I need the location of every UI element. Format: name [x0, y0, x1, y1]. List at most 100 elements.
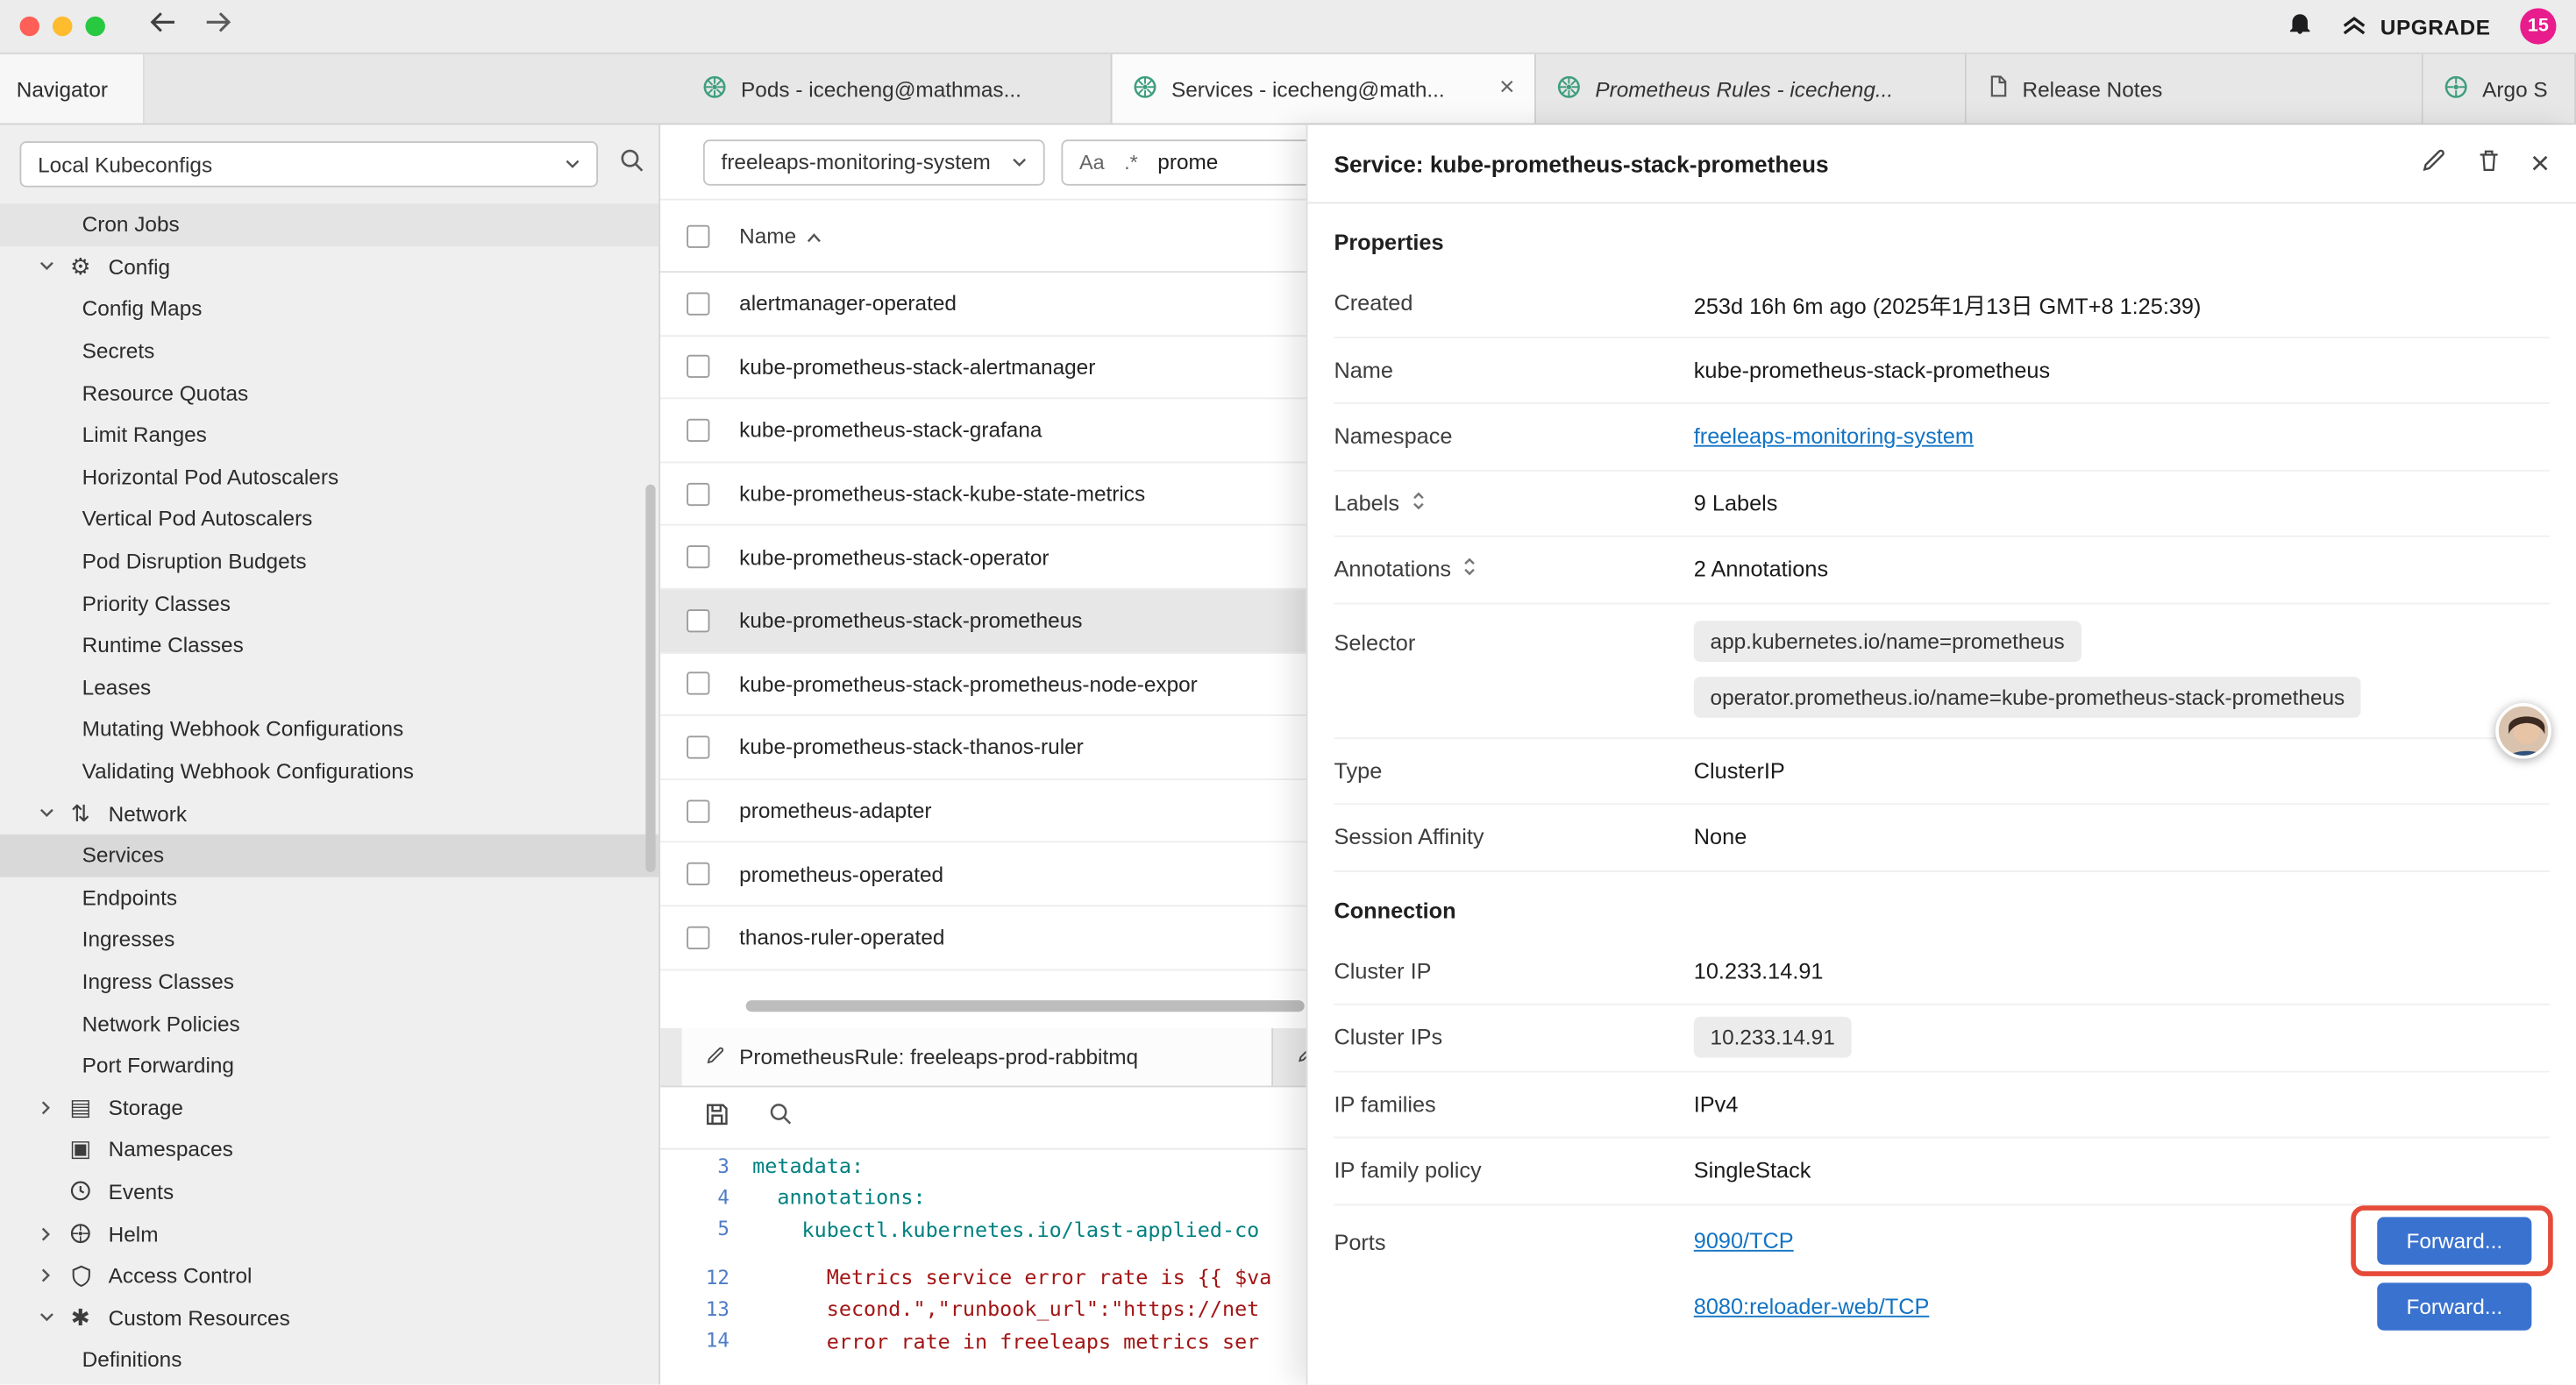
detail-row-ports: Ports 9090/TCP Forward... 8080:reloader-…: [1334, 1204, 2550, 1339]
search-icon[interactable]: [767, 1100, 793, 1134]
sidebar-item-ingress-classes[interactable]: Ingress Classes: [0, 961, 658, 1003]
close-tab-icon[interactable]: ×: [1499, 75, 1515, 102]
row-checkbox[interactable]: [687, 482, 709, 505]
custom-resources-icon: ✱: [66, 1303, 96, 1332]
tab-services[interactable]: Services - icecheng@math... ×: [1112, 54, 1535, 124]
sidebar-group-helm[interactable]: Helm: [0, 1212, 658, 1254]
detail-row-cluster-ip: Cluster IP 10.233.14.91: [1334, 939, 2550, 1005]
sidebar-item-definitions[interactable]: Definitions: [0, 1339, 658, 1381]
sidebar-group-events[interactable]: Events: [0, 1170, 658, 1212]
chevron-right-icon[interactable]: [36, 1268, 55, 1283]
sidebar-group-storage[interactable]: ▤ Storage: [0, 1086, 658, 1128]
sidebar-item-secrets[interactable]: Secrets: [0, 330, 658, 372]
tab-pods[interactable]: Pods - icecheng@mathmas...: [682, 54, 1113, 124]
chevron-down-icon[interactable]: [36, 1313, 55, 1323]
navigator-tree: Cron Jobs ⚙ Config Config Maps Secrets R…: [0, 203, 658, 1381]
upgrade-button[interactable]: UPGRADE: [2339, 12, 2491, 40]
forward-icon[interactable]: [203, 10, 233, 42]
forward-button[interactable]: Forward...: [2377, 1217, 2531, 1264]
row-checkbox[interactable]: [687, 419, 709, 442]
helm-icon: [66, 1222, 96, 1245]
network-icon: ⇅: [66, 799, 96, 827]
detail-row-session-affinity: Session Affinity None: [1334, 805, 2550, 871]
sidebar-item-limit-ranges[interactable]: Limit Ranges: [0, 414, 658, 456]
detail-row-selector: Selector app.kubernetes.io/name=promethe…: [1334, 604, 2550, 739]
sidebar-group-namespaces[interactable]: ▣ Namespaces: [0, 1128, 658, 1170]
sidebar-group-config[interactable]: ⚙ Config: [0, 245, 658, 288]
row-checkbox[interactable]: [687, 863, 709, 885]
delete-icon[interactable]: [2476, 146, 2502, 181]
shield-icon: [66, 1264, 96, 1287]
minimize-window-button[interactable]: [53, 17, 72, 36]
sidebar-item-validating-webhook-configurations[interactable]: Validating Webhook Configurations: [0, 750, 658, 792]
sidebar-item-runtime-classes[interactable]: Runtime Classes: [0, 624, 658, 666]
sidebar-group-access-control[interactable]: Access Control: [0, 1254, 658, 1296]
row-checkbox[interactable]: [687, 545, 709, 568]
titlebar-right: UPGRADE 15: [2287, 8, 2576, 44]
search-icon[interactable]: [618, 146, 646, 182]
user-avatar[interactable]: [2495, 703, 2551, 759]
sidebar-group-network[interactable]: ⇅ Network: [0, 792, 658, 835]
row-checkbox[interactable]: [687, 799, 709, 822]
notification-bell-icon[interactable]: [2287, 9, 2313, 43]
edit-icon[interactable]: [2421, 146, 2449, 181]
sidebar-item-endpoints[interactable]: Endpoints: [0, 877, 658, 919]
chevron-down-icon[interactable]: [36, 262, 55, 272]
chevron-right-icon[interactable]: [36, 1226, 55, 1241]
regex-toggle[interactable]: .*: [1124, 150, 1138, 173]
editor-tab-prometheusrule[interactable]: PrometheusRule: freeleaps-prod-rabbitmq: [682, 1028, 1274, 1086]
details-title: Service: kube-prometheus-stack-prometheu…: [1334, 150, 1828, 176]
row-checkbox[interactable]: [687, 355, 709, 378]
tab-release-notes[interactable]: Release Notes: [1967, 54, 2423, 124]
sidebar-item-services[interactable]: Services: [0, 835, 658, 877]
chevron-down-icon[interactable]: [36, 808, 55, 818]
search-query-text: prome: [1157, 150, 1218, 174]
sidebar-group-custom-resources[interactable]: ✱ Custom Resources: [0, 1296, 658, 1339]
section-heading-properties: Properties: [1334, 203, 2550, 271]
row-checkbox[interactable]: [687, 672, 709, 695]
select-all-checkbox[interactable]: [687, 224, 709, 247]
sidebar-item-resource-quotas[interactable]: Resource Quotas: [0, 372, 658, 414]
chevron-right-icon[interactable]: [36, 1100, 55, 1115]
sidebar-item-mutating-webhook-configurations[interactable]: Mutating Webhook Configurations: [0, 708, 658, 750]
sidebar-item-cron-jobs[interactable]: Cron Jobs: [0, 203, 658, 245]
namespaces-icon: ▣: [66, 1135, 96, 1163]
port-line: 9090/TCP Forward...: [1694, 1208, 2550, 1274]
storage-icon: ▤: [66, 1093, 96, 1121]
match-case-toggle[interactable]: Aa: [1079, 150, 1105, 173]
sort-asc-icon: [806, 224, 821, 248]
sidebar-item-port-forwarding[interactable]: Port Forwarding: [0, 1044, 658, 1086]
app-window: UPGRADE 15 Navigator Pods - icecheng@mat…: [0, 0, 2576, 1385]
sidebar-item-horizontal-pod-autoscalers[interactable]: Horizontal Pod Autoscalers: [0, 456, 658, 498]
sidebar-item-vertical-pod-autoscalers[interactable]: Vertical Pod Autoscalers: [0, 498, 658, 540]
sidebar-item-leases[interactable]: Leases: [0, 666, 658, 708]
tab-argo[interactable]: Argo S: [2423, 54, 2576, 124]
sidebar-item-config-maps[interactable]: Config Maps: [0, 288, 658, 330]
sidebar-item-priority-classes[interactable]: Priority Classes: [0, 582, 658, 624]
close-window-button[interactable]: [19, 17, 39, 36]
row-checkbox[interactable]: [687, 926, 709, 948]
row-checkbox[interactable]: [687, 609, 709, 632]
sidebar-scrollbar[interactable]: [645, 485, 655, 872]
port-link[interactable]: 9090/TCP: [1694, 1229, 1794, 1254]
row-checkbox[interactable]: [687, 735, 709, 758]
sidebar-item-ingresses[interactable]: Ingresses: [0, 919, 658, 961]
port-link[interactable]: 8080:reloader-web/TCP: [1694, 1294, 1930, 1318]
forward-button[interactable]: Forward...: [2377, 1282, 2531, 1330]
save-icon[interactable]: [703, 1099, 731, 1135]
notification-count-badge[interactable]: 15: [2520, 8, 2556, 44]
sidebar-item-pod-disruption-budgets[interactable]: Pod Disruption Budgets: [0, 540, 658, 582]
back-icon[interactable]: [148, 10, 178, 42]
expand-toggle-icon[interactable]: [1411, 489, 1426, 517]
close-icon[interactable]: ×: [2530, 147, 2550, 180]
namespace-link[interactable]: freeleaps-monitoring-system: [1694, 424, 1974, 449]
sidebar-item-network-policies[interactable]: Network Policies: [0, 1002, 658, 1044]
expand-toggle-icon[interactable]: [1462, 556, 1477, 584]
kubeconfig-select[interactable]: Local Kubeconfigs: [19, 141, 598, 187]
row-checkbox[interactable]: [687, 292, 709, 315]
tab-prometheus-rules[interactable]: Prometheus Rules - icecheng...: [1536, 54, 1967, 124]
name-column-header[interactable]: Name: [739, 224, 821, 248]
namespace-select[interactable]: freeleaps-monitoring-system: [703, 138, 1045, 184]
horizontal-scrollbar[interactable]: [746, 1000, 1305, 1012]
zoom-window-button[interactable]: [85, 17, 104, 36]
